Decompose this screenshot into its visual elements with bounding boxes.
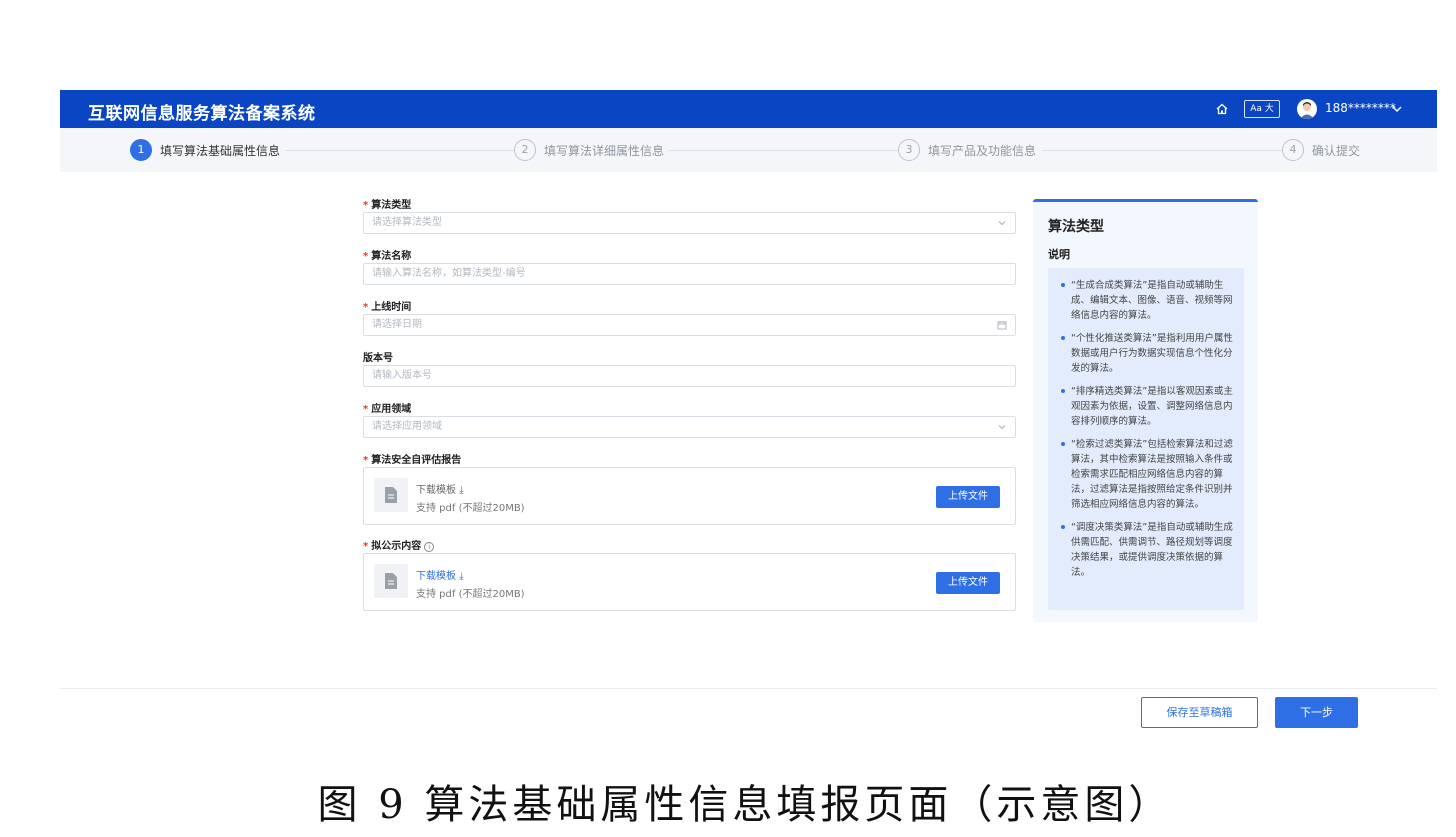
step-connector xyxy=(1042,150,1282,151)
step-label: 填写算法基础属性信息 xyxy=(160,143,281,158)
required-mark: * xyxy=(363,455,369,466)
figure-caption: 图 9 算法基础属性信息填报页面（示意图） xyxy=(317,782,1173,828)
step-label: 确认提交 xyxy=(1312,143,1361,158)
chevron-down-icon[interactable] xyxy=(1390,102,1404,116)
panel-title: 算法类型 xyxy=(1048,219,1104,235)
footer-divider xyxy=(60,688,1437,689)
list-item: “个性化推送类算法”是指利用用户属性数据或用户行为数据实现信息个性化分发的算法。 xyxy=(1061,331,1234,376)
help-side-panel: 算法类型 说明 “生成合成类算法”是指自动或辅助生成、编辑文本、图像、语音、视频… xyxy=(1033,199,1258,622)
required-mark: * xyxy=(363,541,369,552)
file-icon xyxy=(374,478,408,512)
step-progress-bar: 1 填写算法基础属性信息 2 填写算法详细属性信息 3 填写产品及功能信息 4 … xyxy=(60,128,1437,172)
step-label: 填写产品及功能信息 xyxy=(928,143,1037,158)
self-report-upload: 下载模板 ⤓ 支持 pdf (不超过20MB) 上传文件 xyxy=(363,467,1016,525)
step-1[interactable]: 1 填写算法基础属性信息 xyxy=(130,139,280,161)
required-mark: * xyxy=(363,251,369,262)
chevron-down-icon xyxy=(998,221,1006,226)
algo-name-label: * 算法名称 xyxy=(363,251,412,262)
upload-file-button[interactable]: 上传文件 xyxy=(936,486,1000,508)
list-item: “调度决策类算法”是指自动或辅助生成供需匹配、供需调节、路径规划等调度决策结果，… xyxy=(1061,520,1234,580)
file-support-hint: 支持 pdf (不超过20MB) xyxy=(416,589,525,600)
download-icon: ⤓ xyxy=(456,571,464,582)
app-title: 互联网信息服务算法备案系统 xyxy=(88,104,316,124)
step-label: 填写算法详细属性信息 xyxy=(544,143,665,158)
launch-date-picker[interactable]: 请选择日期 xyxy=(363,314,1016,336)
version-input[interactable]: 请输入版本号 xyxy=(363,365,1016,387)
domain-label: * 应用领域 xyxy=(363,404,412,415)
version-label: 版本号 xyxy=(363,353,393,364)
calendar-icon xyxy=(997,321,1007,330)
file-icon xyxy=(374,564,408,598)
step-4[interactable]: 4 确认提交 xyxy=(1282,139,1360,161)
home-icon[interactable] xyxy=(1214,101,1230,117)
font-size-toggle[interactable]: Aa 大 xyxy=(1244,100,1280,118)
public-content-label: * 拟公示内容 i xyxy=(363,537,435,552)
self-report-label: * 算法安全自评估报告 xyxy=(363,455,462,466)
panel-subtitle: 说明 xyxy=(1048,248,1070,261)
algo-type-select[interactable]: 请选择算法类型 xyxy=(363,212,1016,234)
public-content-upload: 下载模板 ⤓ 支持 pdf (不超过20MB) 上传文件 xyxy=(363,553,1016,611)
info-icon[interactable]: i xyxy=(424,542,435,552)
algo-type-label: * 算法类型 xyxy=(363,200,412,211)
panel-description-box: “生成合成类算法”是指自动或辅助生成、编辑文本、图像、语音、视频等网络信息内容的… xyxy=(1048,268,1244,610)
list-item: “生成合成类算法”是指自动或辅助生成、编辑文本、图像、语音、视频等网络信息内容的… xyxy=(1061,278,1234,323)
step-number: 4 xyxy=(1282,139,1304,161)
required-mark: * xyxy=(363,200,369,211)
avatar[interactable] xyxy=(1297,99,1317,119)
list-item: “排序精选类算法”是指以客观因素或主观因素为依据，设置、调整网络信息内容排列顺序… xyxy=(1061,384,1234,429)
file-support-hint: 支持 pdf (不超过20MB) xyxy=(416,503,525,514)
download-template-link[interactable]: 下载模板 ⤓ xyxy=(416,481,464,496)
required-mark: * xyxy=(363,404,369,415)
download-icon: ⤓ xyxy=(456,485,464,496)
step-number: 2 xyxy=(514,139,536,161)
next-step-button[interactable]: 下一步 xyxy=(1275,697,1358,728)
algo-name-input[interactable]: 请输入算法名称，如算法类型-编号 xyxy=(363,263,1016,285)
step-connector xyxy=(668,150,898,151)
domain-select[interactable]: 请选择应用领域 xyxy=(363,416,1016,438)
username[interactable]: 188******** xyxy=(1325,101,1396,115)
step-number: 3 xyxy=(898,139,920,161)
launch-time-label: * 上线时间 xyxy=(363,302,412,313)
step-3[interactable]: 3 填写产品及功能信息 xyxy=(898,139,1036,161)
chevron-down-icon xyxy=(998,425,1006,430)
top-header-bar: 互联网信息服务算法备案系统 Aa 大 188******** xyxy=(60,90,1437,128)
required-mark: * xyxy=(363,302,369,313)
save-draft-button[interactable]: 保存至草稿箱 xyxy=(1141,697,1258,728)
download-template-link[interactable]: 下载模板 ⤓ xyxy=(416,567,464,582)
step-2[interactable]: 2 填写算法详细属性信息 xyxy=(514,139,664,161)
list-item: “检索过滤类算法”包括检索算法和过滤算法，其中检索算法是按照输入条件或检索需求匹… xyxy=(1061,437,1234,512)
step-number: 1 xyxy=(130,139,152,161)
upload-file-button[interactable]: 上传文件 xyxy=(936,572,1000,594)
step-connector xyxy=(285,150,515,151)
